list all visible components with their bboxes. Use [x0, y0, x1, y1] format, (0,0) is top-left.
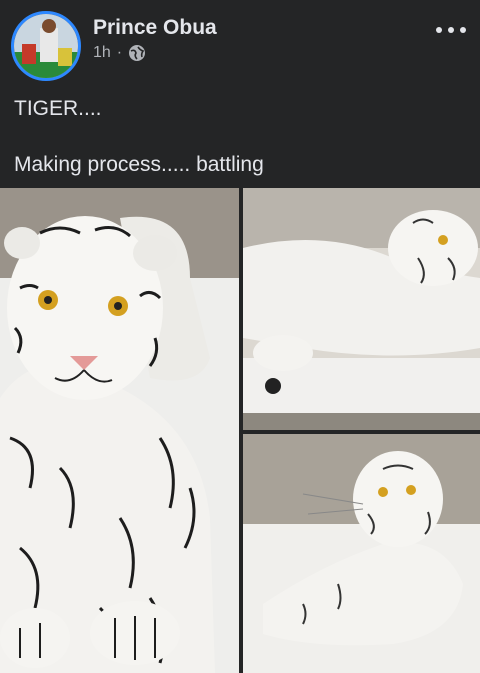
- photo-tiger-cake-reclining-view[interactable]: [243, 434, 480, 673]
- photo-grid: [0, 188, 480, 673]
- photo-tiger-cake-front-view[interactable]: [0, 188, 239, 673]
- avatar[interactable]: [11, 11, 81, 81]
- post-time[interactable]: 1h: [93, 44, 111, 62]
- globe-icon: [128, 44, 146, 62]
- post-text: TIGER.... Making process..... battling: [14, 97, 264, 176]
- photo-tiger-cake-side-view[interactable]: [243, 188, 480, 430]
- more-options-icon[interactable]: [436, 20, 466, 40]
- post-header: Prince Obua 1h ·: [0, 0, 480, 81]
- meta-separator: ·: [116, 44, 123, 61]
- post-meta: 1h ·: [93, 44, 146, 62]
- author-name[interactable]: Prince Obua: [93, 16, 217, 40]
